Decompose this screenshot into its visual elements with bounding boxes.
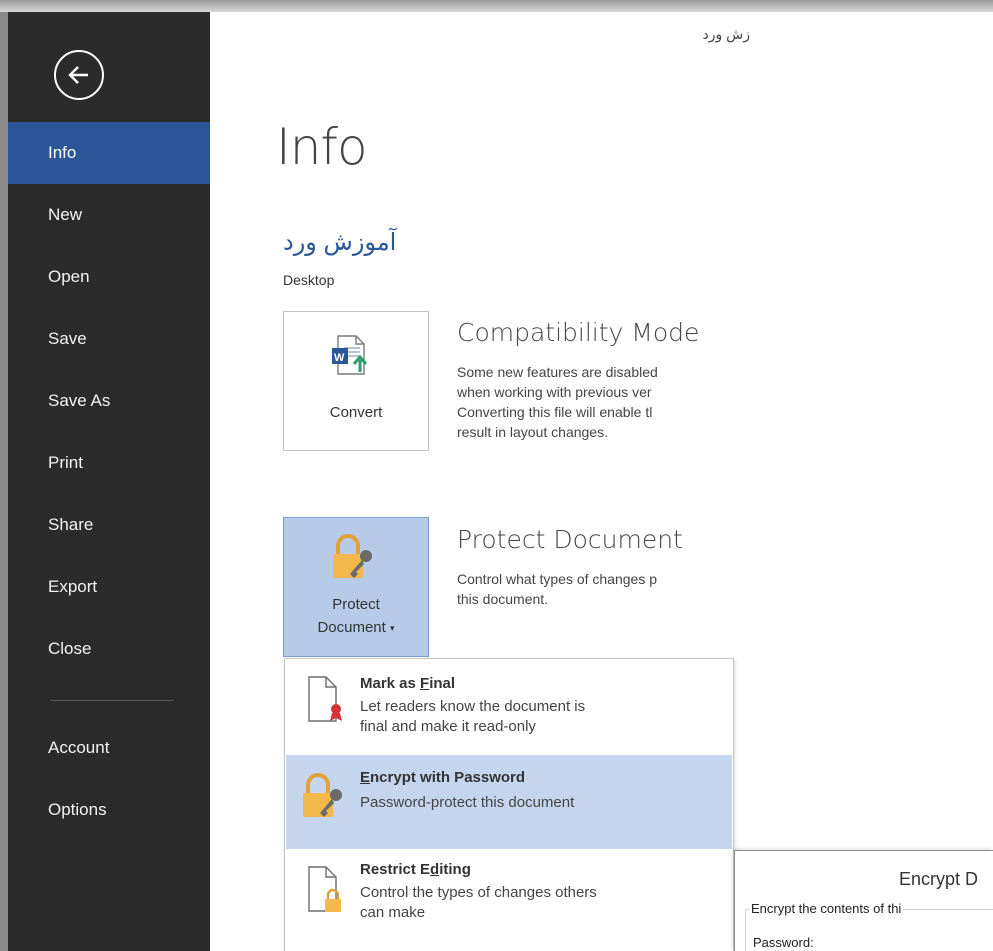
sidebar-item-new[interactable]: New bbox=[8, 184, 210, 246]
sidebar-divider bbox=[50, 700, 174, 701]
protect-button-label-line2: Document ▾ bbox=[284, 617, 428, 639]
back-arrow-icon bbox=[68, 66, 88, 84]
mark-as-final-description: Let readers know the document is final a… bbox=[360, 698, 586, 735]
convert-button-label: Convert bbox=[329, 404, 383, 421]
sidebar-item-save-as[interactable]: Save As bbox=[8, 370, 210, 432]
sidebar-item-export[interactable]: Export bbox=[8, 556, 210, 618]
protect-description: Control what types of changes p this doc… bbox=[457, 571, 658, 607]
document-title: زش ورد bbox=[702, 26, 751, 42]
menu-item-encrypt-with-password[interactable]: Encrypt with Password Password-protect t… bbox=[286, 755, 732, 849]
dialog-title: Encrypt D bbox=[899, 869, 979, 889]
file-location: Desktop bbox=[283, 272, 335, 288]
compatibility-heading: Compatibility Mode bbox=[457, 318, 700, 347]
menu-item-mark-as-final[interactable]: Mark as Final Let readers know the docum… bbox=[286, 661, 732, 755]
menu-item-restrict-editing[interactable]: Restrict Editing Control the types of ch… bbox=[286, 849, 732, 951]
password-field-label: Password: bbox=[753, 935, 814, 950]
encrypt-document-dialog: Encrypt D Encrypt the contents of thi Pa… bbox=[734, 850, 993, 951]
protect-heading: Protect Document bbox=[457, 525, 683, 554]
sidebar-item-options[interactable]: Options bbox=[8, 779, 210, 841]
sidebar-item-share[interactable]: Share bbox=[8, 494, 210, 556]
protect-document-menu: Mark as Final Let readers know the docum… bbox=[284, 658, 734, 951]
sidebar-item-print[interactable]: Print bbox=[8, 432, 210, 494]
protect-button-label-line1: Protect bbox=[332, 596, 380, 613]
encrypt-description: Password-protect this document bbox=[360, 794, 575, 811]
mark-as-final-title-key: F bbox=[420, 675, 430, 692]
svg-text:W: W bbox=[334, 352, 345, 364]
window-frame-left bbox=[0, 0, 8, 951]
back-button[interactable] bbox=[54, 50, 104, 100]
restrict-editing-description: Control the types of changes others can … bbox=[360, 884, 597, 921]
sidebar-item-info[interactable]: Info bbox=[8, 122, 210, 184]
ribbon-document-icon bbox=[308, 676, 342, 722]
page-title: Info bbox=[276, 118, 368, 176]
restrict-editing-title-key: d bbox=[430, 861, 440, 878]
backstage-sidebar: Info New Open Save Save As Print Share E… bbox=[8, 12, 210, 951]
protect-button-label-text: Document bbox=[317, 619, 386, 636]
lock-key-icon bbox=[303, 773, 342, 817]
window-frame-top bbox=[0, 0, 993, 12]
restrict-editing-title-pre: Restrict E bbox=[360, 861, 431, 878]
restrict-editing-title: Restrict Editing bbox=[360, 861, 471, 878]
sidebar-item-save[interactable]: Save bbox=[8, 308, 210, 370]
mark-as-final-title-pre: Mark as bbox=[360, 675, 421, 692]
encrypt-title-post: ncrypt with Password bbox=[370, 769, 526, 786]
mark-as-final-title-post: inal bbox=[429, 675, 456, 692]
convert-button[interactable]: W Convert bbox=[283, 311, 429, 451]
mark-as-final-title: Mark as Final bbox=[360, 675, 455, 692]
chevron-down-icon: ▾ bbox=[390, 623, 395, 634]
sidebar-item-close[interactable]: Close bbox=[8, 618, 210, 680]
sidebar-item-open[interactable]: Open bbox=[8, 246, 210, 308]
sidebar-item-account[interactable]: Account bbox=[8, 717, 210, 779]
dialog-group-label: Encrypt the contents of thi bbox=[749, 901, 904, 916]
lock-key-icon bbox=[333, 534, 372, 578]
encrypt-title-key: E bbox=[360, 769, 371, 786]
encrypt-title: Encrypt with Password bbox=[360, 769, 525, 786]
file-name: آموزش ورد bbox=[283, 229, 397, 256]
restrict-editing-title-post: iting bbox=[439, 861, 471, 878]
protect-document-button[interactable]: Protect Document ▾ bbox=[283, 517, 429, 657]
compatibility-description: Some new features are disabled when work… bbox=[457, 364, 658, 440]
word-convert-icon: W bbox=[332, 335, 368, 375]
lock-document-icon bbox=[308, 866, 341, 912]
